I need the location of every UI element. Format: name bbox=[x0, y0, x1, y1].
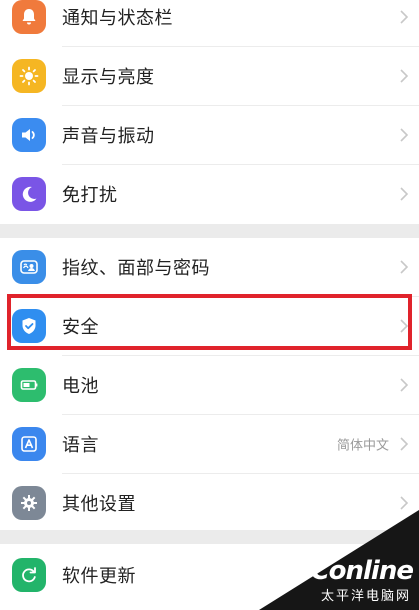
chevron-right-icon bbox=[399, 436, 409, 452]
chevron-right-icon bbox=[399, 127, 409, 143]
pconline-watermark: PConline 太平洋电脑网 bbox=[249, 510, 419, 610]
settings-item-label: 声音与振动 bbox=[62, 126, 155, 147]
watermark-logo: PConline bbox=[292, 556, 414, 586]
chevron-right-icon bbox=[399, 318, 409, 334]
gear-icon bbox=[12, 486, 46, 520]
battery-icon bbox=[12, 368, 46, 402]
settings-item-label: 软件更新 bbox=[62, 566, 136, 587]
settings-item-label: 安全 bbox=[62, 317, 99, 338]
settings-item-biometrics[interactable]: 指纹、面部与密码 bbox=[0, 238, 419, 296]
settings-item-label: 电池 bbox=[62, 376, 99, 397]
fingerprint-face-icon bbox=[12, 250, 46, 284]
update-icon bbox=[12, 558, 46, 592]
chevron-right-icon bbox=[399, 259, 409, 275]
settings-group-2: 指纹、面部与密码 安全 电池 语言 简体中文 其他设置 bbox=[0, 238, 419, 530]
chevron-right-icon bbox=[399, 186, 409, 202]
chevron-right-icon bbox=[399, 68, 409, 84]
watermark-subtitle: 太平洋电脑网 bbox=[320, 589, 411, 604]
brightness-icon bbox=[12, 59, 46, 93]
chevron-right-icon bbox=[399, 495, 409, 511]
settings-item-label: 显示与亮度 bbox=[62, 67, 155, 88]
language-value: 简体中文 bbox=[336, 438, 389, 454]
settings-item-security[interactable]: 安全 bbox=[0, 297, 419, 355]
settings-item-battery[interactable]: 电池 bbox=[0, 356, 419, 414]
settings-group-1: 通知与状态栏 显示与亮度 声音与振动 免打扰 bbox=[0, 0, 419, 224]
settings-item-label: 语言 bbox=[62, 435, 99, 456]
sound-icon bbox=[12, 118, 46, 152]
language-icon bbox=[12, 427, 46, 461]
chevron-right-icon bbox=[399, 377, 409, 393]
notification-icon bbox=[12, 0, 46, 34]
settings-item-display[interactable]: 显示与亮度 bbox=[0, 47, 419, 105]
settings-item-sound[interactable]: 声音与振动 bbox=[0, 106, 419, 164]
settings-item-label: 免打扰 bbox=[62, 185, 118, 206]
group-separator bbox=[0, 224, 419, 238]
chevron-right-icon bbox=[399, 9, 409, 25]
settings-screen: 通知与状态栏 显示与亮度 声音与振动 免打扰 指纹、面部与密码 安全 电池 语言… bbox=[0, 0, 419, 610]
settings-item-label: 指纹、面部与密码 bbox=[62, 258, 210, 279]
settings-item-notifications[interactable]: 通知与状态栏 bbox=[0, 0, 419, 46]
settings-item-label: 通知与状态栏 bbox=[62, 8, 173, 29]
settings-item-language[interactable]: 语言 简体中文 bbox=[0, 415, 419, 473]
settings-item-do-not-disturb[interactable]: 免打扰 bbox=[0, 165, 419, 223]
shield-icon bbox=[12, 309, 46, 343]
moon-icon bbox=[12, 177, 46, 211]
settings-item-label: 其他设置 bbox=[62, 494, 136, 515]
